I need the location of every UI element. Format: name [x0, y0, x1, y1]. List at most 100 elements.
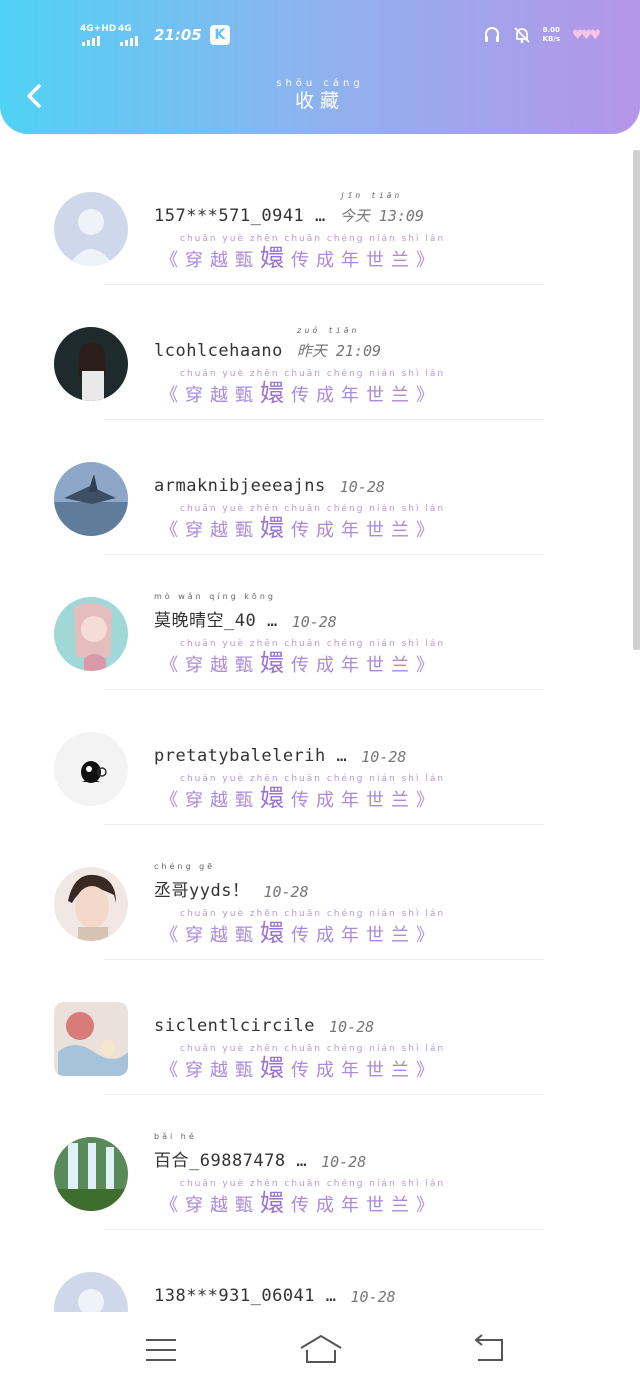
menu-icon[interactable] [142, 1332, 182, 1368]
date-label: 10-28 [321, 1153, 367, 1171]
message-preview: 《穿越甄嬛传成年世兰》 [160, 1183, 441, 1218]
name-row: lcohlcehaano zuó tiān 昨天 21:09 [154, 326, 382, 361]
message-close-quote: 》 [416, 1060, 441, 1081]
message-open-quote: 《 [160, 520, 185, 541]
favorites-list[interactable]: 157***571_0941 … jīn tiān 今天 13:09 chuān… [0, 150, 632, 1312]
date-label: 10-28 [361, 748, 407, 766]
list-item[interactable]: armaknibjeeeajns 10-28 chuān yuè zhēn ch… [0, 420, 632, 555]
list-item[interactable]: mò wǎn qíng kōng 莫晚晴空_40 … 10-28 chuān y… [0, 555, 632, 690]
message-close-quote: 》 [416, 250, 441, 271]
illustration-photo [54, 1002, 128, 1076]
avatar[interactable] [54, 192, 128, 266]
contact-name: 157***571_0941 … [154, 206, 326, 226]
date-label: 10-28 [263, 883, 309, 901]
mute-bell-icon [513, 27, 530, 43]
message-close-quote: 》 [416, 925, 441, 946]
date-pinyin: zuó tiān [296, 326, 360, 335]
name-pinyin: mò wǎn qíng kōng [154, 592, 276, 601]
message-big-char: 嬛 [260, 379, 291, 407]
name-row: 157***571_0941 … jīn tiān 今天 13:09 [154, 191, 424, 226]
list-item[interactable]: siclentlcircile 10-28 chuān yuè zhēn chu… [0, 960, 632, 1095]
list-item[interactable]: 138***931_06041 … 10-28 chuān yuè zhēn c… [0, 1230, 632, 1312]
status-bar: 4G+HD 4G 21:05 K 8.00 KB/s ♥♥♥ [0, 20, 640, 52]
contact-name: pretatybalelerih … [154, 746, 348, 766]
app-header: 4G+HD 4G 21:05 K 8.00 KB/s ♥♥♥ shōu cáng… [0, 0, 640, 134]
message-open-quote: 《 [160, 790, 185, 811]
list-item[interactable]: lcohlcehaano zuó tiān 昨天 21:09 chuān yuè… [0, 285, 632, 420]
message-preview: 《穿越甄嬛传成年世兰》 [160, 508, 441, 543]
avatar[interactable] [54, 327, 128, 401]
home-icon[interactable] [298, 1332, 344, 1368]
message-part-1: 穿越甄 [185, 1195, 260, 1216]
avatar[interactable] [54, 597, 128, 671]
message-preview: 《穿越甄嬛传成年世兰》 [160, 778, 441, 813]
contact-name: lcohlcehaano [154, 341, 283, 361]
list-item[interactable]: chéng gē 丞哥yyds！ 10-28 chuān yuè zhēn ch… [0, 825, 632, 960]
message-big-char: 嬛 [260, 919, 291, 947]
message-open-quote: 《 [160, 925, 185, 946]
message-part-1: 穿越甄 [185, 250, 260, 271]
message-part-1: 穿越甄 [185, 925, 260, 946]
message-part-2: 传成年世兰 [291, 790, 416, 811]
back-nav-icon[interactable] [468, 1332, 508, 1368]
list-item[interactable]: 157***571_0941 … jīn tiān 今天 13:09 chuān… [0, 150, 632, 285]
signal-icon-2: 4G [118, 24, 144, 46]
message-big-char: 嬛 [260, 514, 291, 542]
list-item[interactable]: pretatybalelerih … 10-28 chuān yuè zhēn … [0, 690, 632, 825]
message-open-quote: 《 [160, 655, 185, 676]
default-avatar [54, 192, 128, 266]
message-preview: 《穿越甄嬛传成年世兰》 [160, 1048, 441, 1083]
message-preview: 《穿越甄嬛传成年世兰》 [160, 913, 441, 948]
message-part-1: 穿越甄 [185, 1060, 260, 1081]
name-row: chéng gē 丞哥yyds！ 10-28 [154, 862, 309, 901]
name-pinyin: bǎi hé [154, 1132, 197, 1141]
name-row: bǎi hé 百合_69887478 … 10-28 [154, 1132, 367, 1171]
message-big-char: 嬛 [260, 1054, 291, 1082]
message-part-2: 传成年世兰 [291, 385, 416, 406]
message-part-1: 穿越甄 [185, 655, 260, 676]
avatar[interactable] [54, 1272, 128, 1312]
message-big-char: 嬛 [260, 649, 291, 677]
pink-girl-photo [54, 597, 128, 671]
title-text: 收藏 [294, 90, 345, 112]
avatar[interactable] [54, 1137, 128, 1211]
list-item[interactable]: bǎi hé 百合_69887478 … 10-28 chuān yuè zhē… [0, 1095, 632, 1230]
message-preview: 《穿越甄嬛传成年世兰》 [160, 238, 441, 273]
network-type-1: 4G+HD [80, 24, 117, 34]
name-pinyin: chéng gē [154, 862, 216, 871]
message-big-char: 嬛 [260, 784, 291, 812]
net-speed: 8.00 KB/s [542, 26, 561, 43]
avatar[interactable] [54, 867, 128, 941]
name-row: armaknibjeeeajns 10-28 [154, 466, 385, 496]
avatar[interactable] [54, 732, 128, 806]
name-row: mò wǎn qíng kōng 莫晚晴空_40 … 10-28 [154, 592, 337, 631]
network-type-2: 4G [118, 24, 132, 34]
date-label: 10-28 [350, 1288, 396, 1306]
avatar[interactable] [54, 1002, 128, 1076]
message-part-1: 穿越甄 [185, 520, 260, 541]
default-avatar [54, 1272, 128, 1312]
message-part-1: 穿越甄 [185, 790, 260, 811]
message-part-2: 传成年世兰 [291, 1195, 416, 1216]
page-title: shōu cáng 收藏 [0, 78, 640, 112]
message-open-quote: 《 [160, 250, 185, 271]
title-pinyin: shōu cáng [276, 78, 364, 89]
message-part-2: 传成年世兰 [291, 1060, 416, 1081]
contact-name: armaknibjeeeajns [154, 476, 326, 496]
date-label: 今天 13:09 [339, 207, 424, 225]
message-part-2: 传成年世兰 [291, 520, 416, 541]
message-big-char: 嬛 [260, 244, 291, 272]
message-part-2: 传成年世兰 [291, 250, 416, 271]
message-big-char: 嬛 [260, 1189, 291, 1217]
name-row: pretatybalelerih … 10-28 [154, 736, 406, 766]
message-open-quote: 《 [160, 1060, 185, 1081]
message-close-quote: 》 [416, 1195, 441, 1216]
scrollbar[interactable] [633, 150, 640, 650]
name-row: 138***931_06041 … 10-28 [154, 1276, 396, 1306]
avatar[interactable] [54, 462, 128, 536]
crane-photo [54, 462, 128, 536]
date-label: 昨天 21:09 [296, 342, 382, 360]
signal-icon-1: 4G+HD [80, 24, 116, 46]
date-label: 10-28 [291, 613, 337, 631]
message-part-2: 传成年世兰 [291, 655, 416, 676]
